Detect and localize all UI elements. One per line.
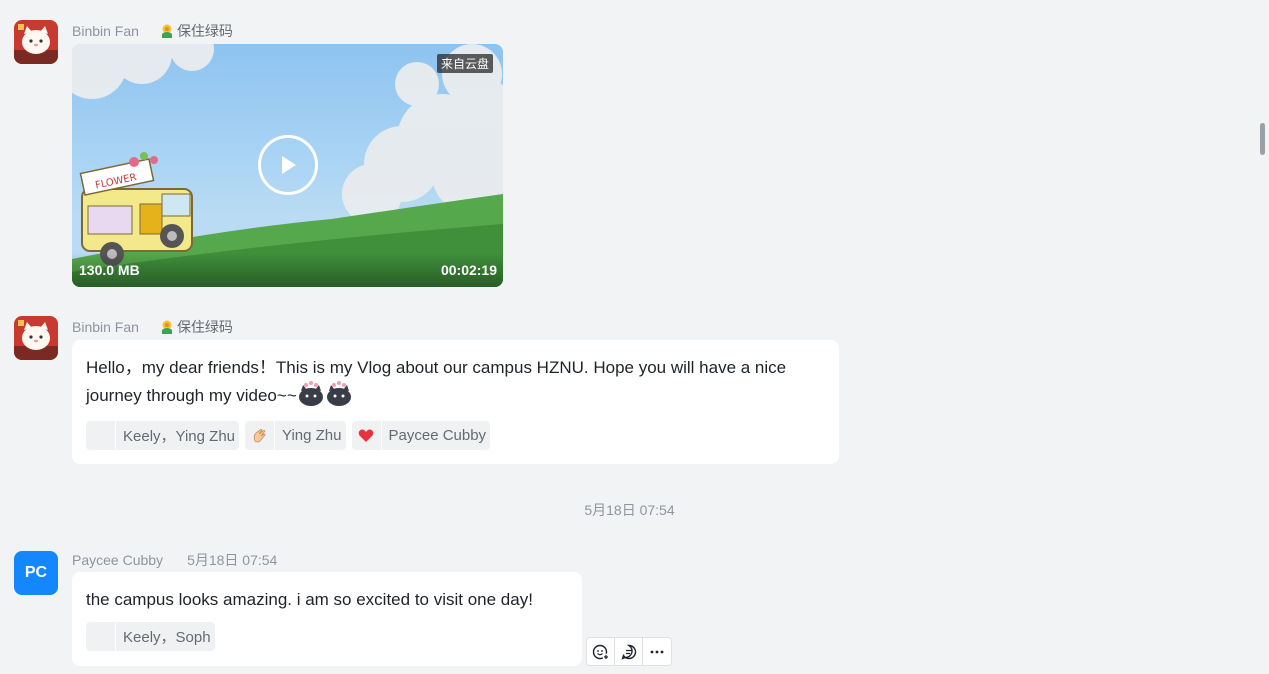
scrollbar-thumb[interactable] [1260,123,1265,155]
user-status-text: 保住绿码 [176,23,233,39]
avatar[interactable]: PC [14,551,58,595]
play-icon [282,156,296,174]
cat-sticker-icon [326,381,351,406]
sender-name[interactable]: Paycee Cubby [72,552,163,568]
date-divider: 5月18日 07:54 [584,502,675,518]
user-status: 保住绿码 [159,21,233,41]
avatar[interactable] [14,316,58,360]
blank-reaction-icon [86,622,116,651]
video-size: 130.0 MB [79,262,140,278]
user-status: 保住绿码 [159,317,233,337]
sender-name[interactable]: Binbin Fan [72,23,139,39]
reaction-users: Ying Zhu [282,427,342,444]
cat-avatar-icon [14,316,58,360]
sender-name[interactable]: Binbin Fan [72,319,139,335]
message-text-content: the campus looks amazing. i am so excite… [86,590,533,609]
more-icon [650,650,664,653]
cat-avatar-icon [14,20,58,64]
reaction-users: Keely，Soph [123,629,211,646]
message-actions [586,637,672,666]
message-bubble[interactable]: Hello，my dear friends！This is my Vlog ab… [72,340,839,464]
sender-row: Binbin Fan 保住绿码 [72,317,233,337]
reaction-chip[interactable]: Paycee Cubby [351,421,491,450]
reaction-chip[interactable]: Keely，Ying Zhu [86,421,240,450]
blank-reaction-icon [86,421,116,450]
sender-row: Paycee Cubby 5月18日 07:54 [72,550,277,570]
add-reaction-icon [592,644,609,660]
message-time: 5月18日 07:54 [187,552,278,568]
reaction-list: Keely，Soph [86,622,568,651]
reply-button[interactable] [615,638,643,665]
reaction-chip[interactable]: Ying Zhu [245,421,346,450]
green-code-badge-icon [161,320,172,334]
reaction-list: Keely，Ying Zhu Ying Zhu Paycee Cubby [86,421,825,450]
cloud-source-tag: 来自云盘 [436,54,493,73]
reaction-chip[interactable]: Keely，Soph [86,622,215,651]
message-bubble[interactable]: the campus looks amazing. i am so excite… [72,572,582,666]
cat-sticker-icon [298,381,323,406]
sender-row: Binbin Fan 保住绿码 [72,21,233,41]
reply-icon [620,644,636,660]
user-status-text: 保住绿码 [176,319,233,335]
video-player[interactable]: FLOWER 来自云盘 130.0 MB 00:02:19 [72,44,503,287]
reaction-users: Keely，Ying Zhu [123,428,236,445]
heart-icon [352,421,382,450]
play-button[interactable] [258,135,318,195]
clap-icon [245,421,276,450]
message-text-content: Hello，my dear friends！This is my Vlog ab… [86,354,806,409]
message-text-body: Hello，my dear friends！This is my Vlog ab… [86,358,787,405]
add-reaction-button[interactable] [587,638,615,665]
reaction-users: Paycee Cubby [388,427,487,444]
green-code-badge-icon [161,24,172,38]
video-duration: 00:02:19 [440,262,497,278]
avatar[interactable] [14,20,58,64]
more-button[interactable] [643,638,671,665]
